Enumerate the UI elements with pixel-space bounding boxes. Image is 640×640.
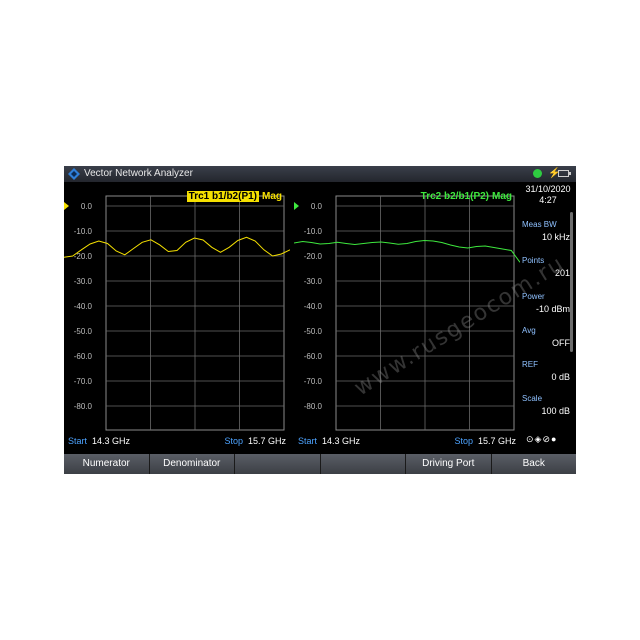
trace-panel-1[interactable]: 0.0 -10.0 -20.0 -30.0 -40.0 -50.0 -60.0 -70.0 -8…: [64, 182, 290, 432]
frequency-bar-1: Start 14.3 GHz Stop 15.7 GHz: [64, 432, 290, 450]
softkey-bar: Numerator Denominator Driving Port Back: [64, 454, 576, 474]
stop-frequency-2[interactable]: 15.7 GHz: [478, 436, 516, 446]
y-tick-label-1: -50.0: [74, 327, 93, 336]
y-tick-label-2: -80.0: [304, 402, 323, 411]
date: 31/10/2020: [525, 184, 571, 194]
y-tick-label-2: -30.0: [304, 277, 323, 286]
back-button[interactable]: Back: [491, 454, 576, 474]
ref-setting[interactable]: REF 0 dB: [522, 360, 570, 392]
frequency-bar-2: Start 14.3 GHz Stop 15.7 GHz: [294, 432, 520, 450]
app-title: Vector Network Analyzer: [84, 168, 193, 179]
y-tick-label-1: -80.0: [74, 402, 93, 411]
reference-marker-1: [64, 202, 69, 210]
port-connection-icon: ⊙◈⊘●: [526, 434, 558, 444]
y-tick-label-1: -70.0: [74, 377, 93, 386]
battery-icon: [558, 170, 571, 177]
trace-plot-1[interactable]: 0.0-10.0-20.0-30.0-40.0-50.0-60.0-70.0-8…: [64, 182, 290, 432]
sidebar-scrollbar[interactable]: [570, 212, 573, 352]
trace-line-1: [64, 236, 290, 258]
date-time: 31/10/2020 4:27: [520, 184, 576, 206]
ref-value: 0 dB: [551, 372, 570, 382]
y-tick-label-2: -40.0: [304, 302, 323, 311]
reference-marker-2: [294, 202, 299, 210]
numerator-button[interactable]: Numerator: [64, 454, 150, 474]
settings-sidebar: 31/10/2020 4:27 Meas BW 10 kHz Points 20…: [520, 182, 576, 452]
trace-1-name: Trc1 b1/b2(P1): [186, 191, 259, 202]
meas-bw-label: Meas BW: [522, 220, 557, 229]
ref-label: REF: [522, 360, 538, 369]
meas-bw-setting[interactable]: Meas BW 10 kHz: [522, 220, 570, 252]
avg-value: OFF: [552, 338, 570, 348]
power-value: -10 dBm: [535, 304, 570, 314]
trace-1-label[interactable]: Trc1 b1/b2(P1) Mag: [186, 191, 282, 202]
y-tick-label-2: 0.0: [311, 202, 323, 211]
title-bar: Vector Network Analyzer ⚡: [64, 166, 576, 182]
softkey-4-button[interactable]: [320, 454, 406, 474]
scale-setting[interactable]: Scale 100 dB: [522, 394, 570, 426]
start-label-2: Start: [298, 436, 318, 446]
trace-2-format: Mag: [492, 191, 512, 202]
driving-port-button[interactable]: Driving Port: [406, 454, 492, 474]
meas-bw-value: 10 kHz: [541, 232, 570, 242]
status-indicator: [533, 169, 542, 178]
softkey-3-button[interactable]: [235, 454, 321, 474]
y-tick-label-2: -60.0: [304, 352, 323, 361]
y-tick-label-1: -30.0: [74, 277, 93, 286]
scale-value: 100 dB: [541, 406, 570, 416]
stop-label-1: Stop: [224, 436, 243, 446]
start-label-1: Start: [68, 436, 88, 446]
start-frequency-1[interactable]: 14.3 GHz: [92, 436, 130, 446]
y-tick-label-2: -20.0: [304, 252, 323, 261]
denominator-button[interactable]: Denominator: [149, 454, 235, 474]
trace-2-label[interactable]: Trc2 b2/b1(P2) Mag: [421, 191, 512, 202]
stop-label-2: Stop: [454, 436, 473, 446]
start-frequency-2[interactable]: 14.3 GHz: [322, 436, 360, 446]
time: 4:27: [539, 195, 557, 205]
y-tick-label-1: -10.0: [74, 227, 93, 236]
rs-diamond-icon: [68, 168, 80, 180]
analyzer-screen: Vector Network Analyzer ⚡ 0.0 -10.0 -20.0 -…: [64, 166, 576, 474]
y-tick-label-2: -50.0: [304, 327, 323, 336]
stop-frequency-1[interactable]: 15.7 GHz: [248, 436, 286, 446]
avg-setting[interactable]: Avg OFF: [522, 326, 570, 358]
trace-2-name: Trc2 b2/b1(P2): [420, 191, 489, 202]
scale-label: Scale: [522, 394, 543, 403]
y-tick-label-1: -60.0: [74, 352, 93, 361]
y-tick-label-2: -10.0: [304, 227, 323, 236]
y-tick-label-2: -70.0: [304, 377, 323, 386]
trace-line-2: [294, 239, 520, 263]
avg-label: Avg: [522, 326, 536, 335]
y-tick-label-1: 0.0: [81, 202, 93, 211]
y-tick-label-1: -40.0: [74, 302, 93, 311]
trace-1-format: Mag: [262, 191, 282, 202]
